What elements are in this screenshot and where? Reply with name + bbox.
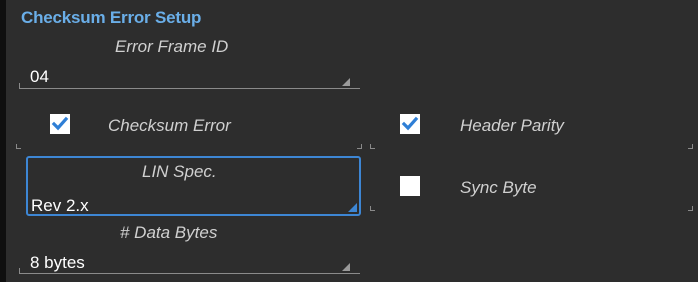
group-corner	[357, 144, 362, 149]
sync-byte-label: Sync Byte	[460, 178, 537, 197]
error-frame-id-value: 04	[30, 67, 49, 86]
combo-underline	[19, 273, 360, 274]
check-icon	[401, 116, 419, 131]
data-bytes-label: # Data Bytes	[120, 223, 218, 242]
combo-underline	[19, 88, 360, 89]
header-parity-label: Header Parity	[460, 116, 564, 135]
checksum-error-label: Checksum Error	[108, 116, 231, 135]
lin-spec-label: LIN Spec.	[142, 162, 217, 181]
check-icon	[51, 116, 69, 131]
error-frame-id-label: Error Frame ID	[115, 37, 229, 56]
dropdown-triangle-icon[interactable]	[348, 203, 357, 212]
data-bytes-value: 8 bytes	[30, 253, 85, 272]
dropdown-triangle-icon[interactable]	[342, 78, 350, 86]
group-corner	[370, 206, 375, 211]
dialog-frame: Checksum Error Setup Error Frame ID 04 C…	[0, 0, 698, 282]
group-corner	[370, 144, 375, 149]
window-edge	[0, 0, 10, 282]
group-corner	[688, 144, 693, 149]
header-parity-checkbox[interactable]	[400, 114, 420, 134]
lin-spec-value: Rev 2.x	[31, 196, 89, 215]
sync-byte-checkbox[interactable]	[400, 176, 420, 196]
panel-title: Checksum Error Setup	[21, 8, 202, 27]
group-corner	[16, 144, 21, 149]
lin-spec-combobox[interactable]: LIN Spec. Rev 2.x	[26, 156, 361, 216]
dropdown-triangle-icon[interactable]	[342, 263, 350, 271]
checksum-error-setup-panel: Checksum Error Setup Error Frame ID 04 C…	[10, 0, 698, 282]
checksum-error-checkbox[interactable]	[50, 114, 70, 134]
group-corner	[688, 206, 693, 211]
